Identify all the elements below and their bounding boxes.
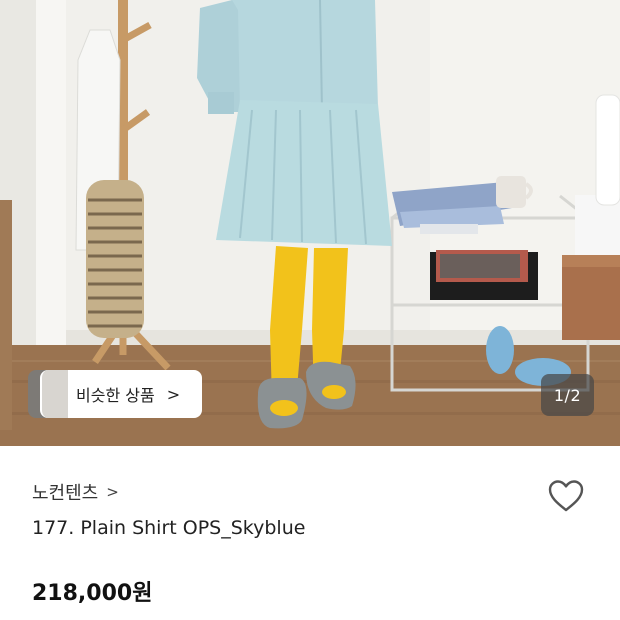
similar-products-label: 비슷한 상품 [76, 386, 155, 405]
similar-products-button[interactable]: 비슷한 상품 > [28, 370, 203, 418]
similar-products-thumbnails [28, 370, 68, 418]
similar-products-pill[interactable]: 비슷한 상품 > [56, 370, 203, 418]
similar-thumbnail [40, 370, 68, 418]
product-title: 177. Plain Shirt OPS_Skyblue [32, 517, 306, 539]
brand-name: 노컨텐츠 [32, 483, 99, 504]
heart-outline-icon [548, 480, 584, 512]
image-counter: 1/2 [541, 374, 594, 416]
chevron-right-icon: > [106, 483, 119, 501]
product-price: 218,000원 [32, 581, 153, 606]
wishlist-button[interactable] [546, 476, 586, 516]
brand-link[interactable]: 노컨텐츠 > [32, 478, 119, 506]
chevron-right-icon: > [166, 384, 181, 404]
